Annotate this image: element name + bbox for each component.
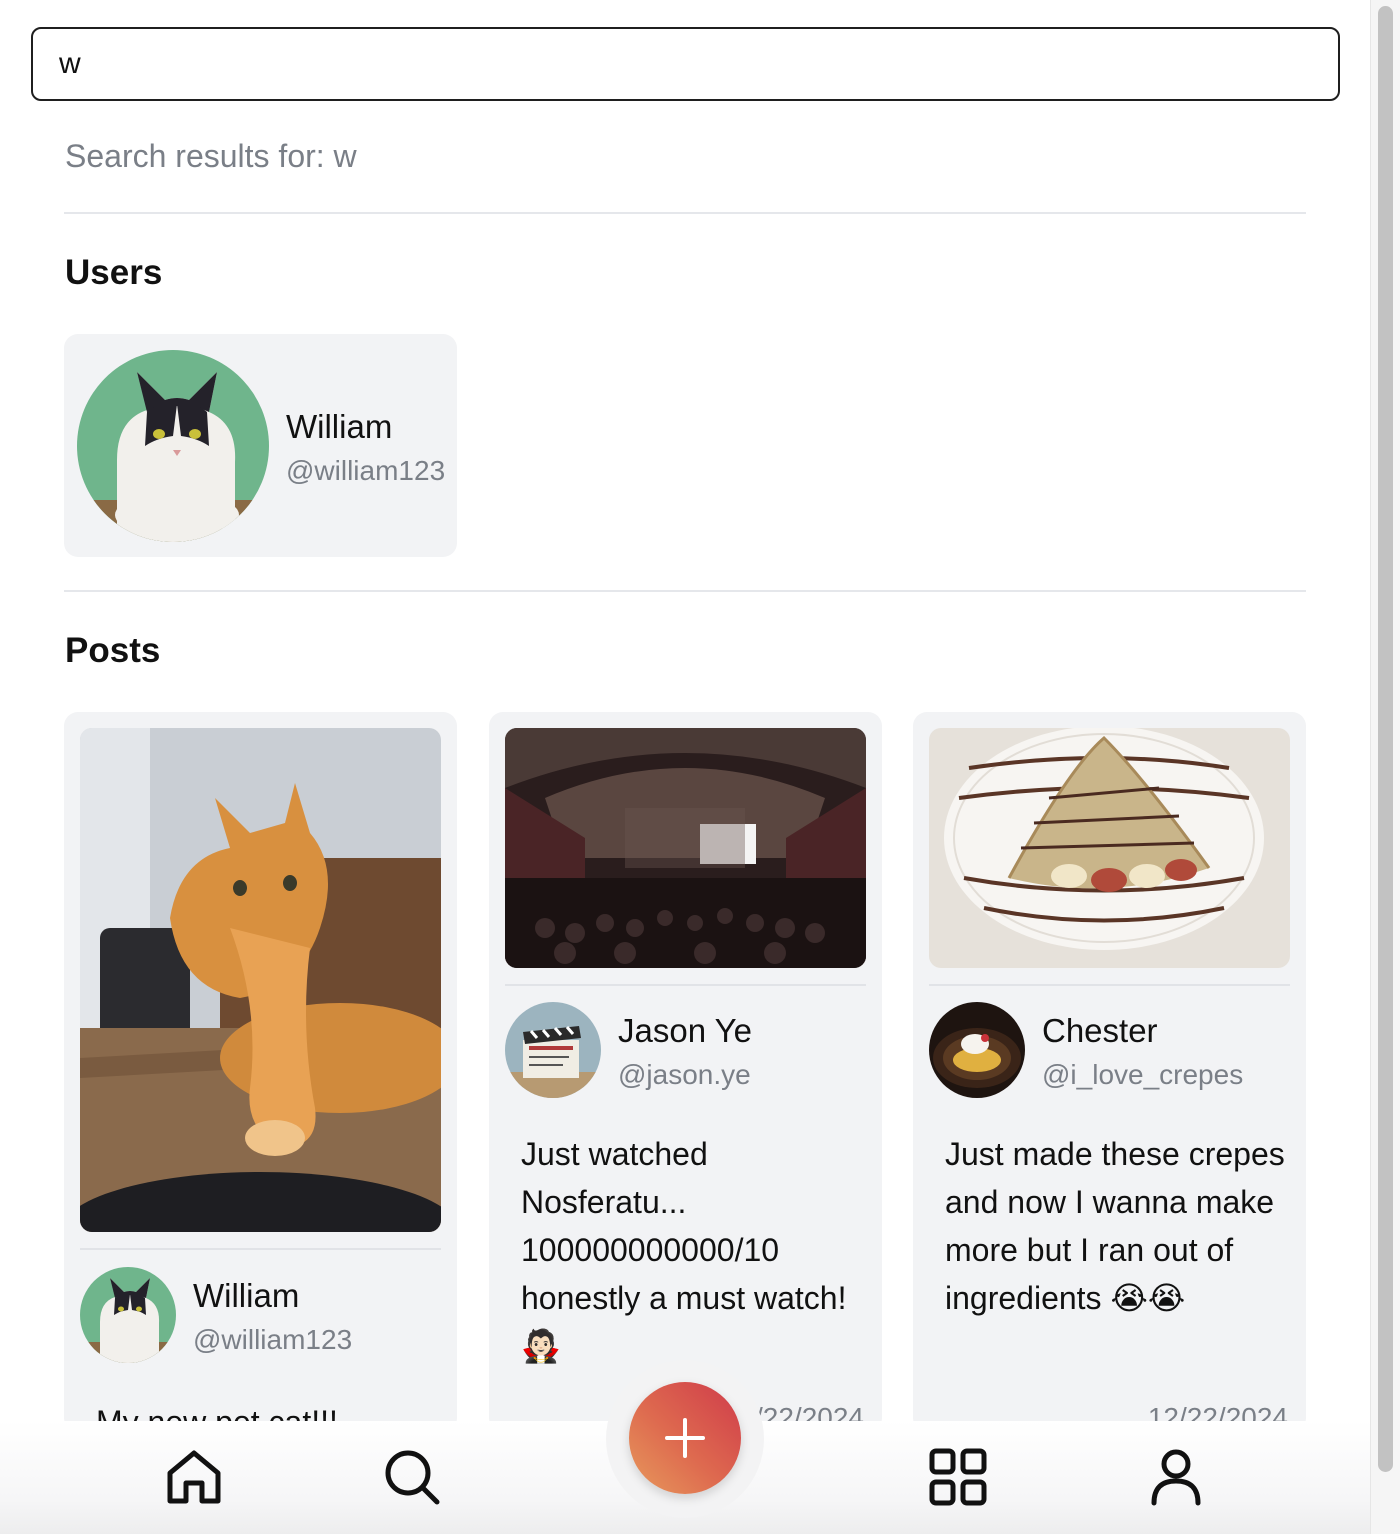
dessert-avatar-icon xyxy=(929,1002,1025,1098)
search-results-label: Search results for: w xyxy=(65,138,357,174)
author-name: Chester xyxy=(1042,1012,1158,1049)
users-heading: Users xyxy=(65,253,163,292)
cat-avatar-icon xyxy=(77,350,269,542)
post-divider xyxy=(80,1248,441,1250)
movie-theater-photo-icon xyxy=(505,728,866,968)
search-input[interactable] xyxy=(31,27,1340,101)
divider xyxy=(64,212,1306,214)
author-handle: @jason.ye xyxy=(618,1059,751,1090)
post-divider xyxy=(929,984,1290,986)
post-card[interactable]: Chester @i_love_crepes Just made these c… xyxy=(913,712,1306,1432)
home-icon[interactable] xyxy=(164,1447,224,1507)
author-name: Jason Ye xyxy=(618,1012,752,1049)
posts-heading: Posts xyxy=(65,631,161,670)
crepe-plate-photo-icon xyxy=(929,728,1290,968)
profile-icon[interactable] xyxy=(1146,1447,1206,1507)
post-text: Just made these crepes and now I wanna m… xyxy=(945,1136,1285,1316)
plus-icon xyxy=(665,1418,705,1458)
user-avatar xyxy=(77,350,269,542)
divider xyxy=(64,590,1306,592)
create-post-button[interactable] xyxy=(629,1382,741,1494)
author-avatar xyxy=(505,1002,601,1098)
post-text: Just watched Nosferatu... 100000000000/1… xyxy=(521,1136,847,1364)
author-avatar xyxy=(80,1267,176,1363)
user-card[interactable]: William @william123 xyxy=(64,334,457,557)
author-handle: @i_love_crepes xyxy=(1042,1059,1244,1090)
clapperboard-avatar-icon xyxy=(505,1002,601,1098)
post-image xyxy=(505,728,866,968)
author-name: William xyxy=(193,1277,300,1314)
post-image xyxy=(80,728,441,1232)
post-image xyxy=(929,728,1290,968)
grid-icon[interactable] xyxy=(928,1447,988,1507)
post-divider xyxy=(505,984,866,986)
author-avatar xyxy=(929,1002,1025,1098)
user-name: William xyxy=(286,408,393,445)
search-icon[interactable] xyxy=(382,1447,442,1507)
post-card[interactable]: Jason Ye @jason.ye Just watched Nosferat… xyxy=(489,712,882,1432)
search-page: Search results for: w Users William @wil… xyxy=(0,0,1400,1534)
scrollbar-thumb[interactable] xyxy=(1378,6,1393,1472)
orange-cat-photo-icon xyxy=(80,728,441,1232)
author-handle: @william123 xyxy=(193,1324,353,1355)
cat-avatar-icon xyxy=(80,1267,176,1363)
post-card[interactable]: William @william123 My new pet cat!!! xyxy=(64,712,457,1432)
user-handle: @william123 xyxy=(286,455,446,486)
